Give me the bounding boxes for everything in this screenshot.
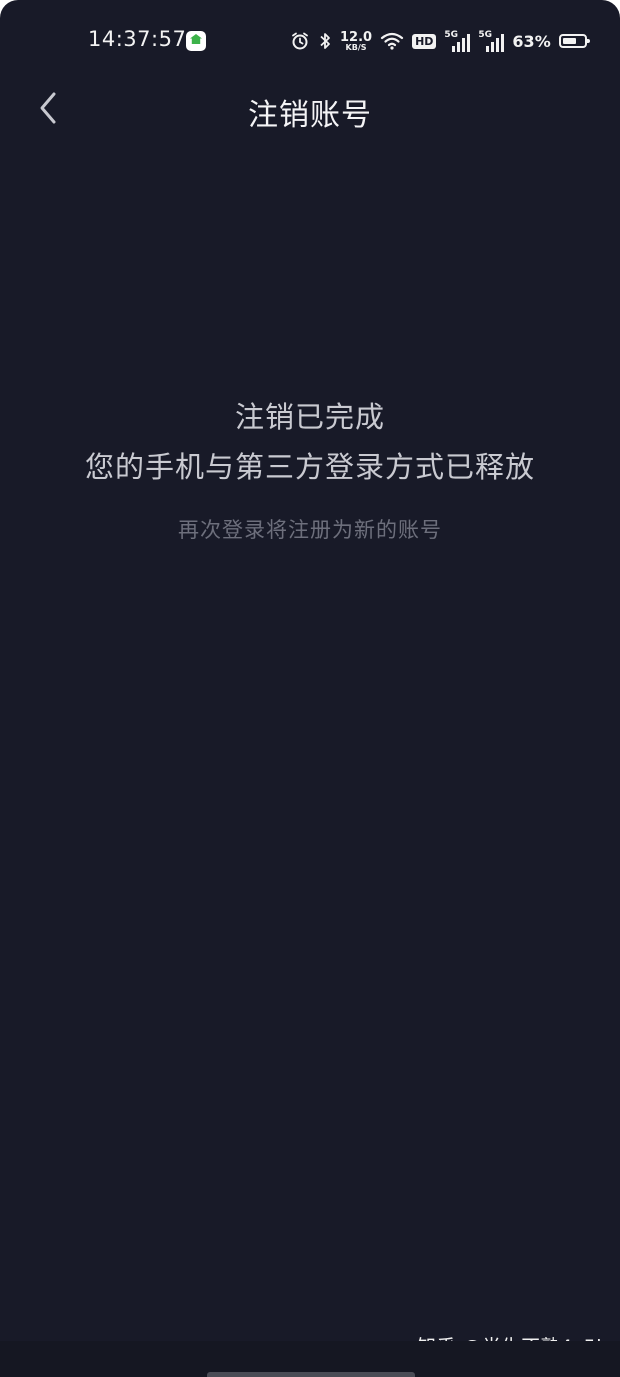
hd-badge: HD bbox=[412, 33, 437, 49]
network-speed-value: 12.0 bbox=[340, 29, 373, 45]
home-indicator[interactable] bbox=[207, 1372, 415, 1377]
completion-title: 注销已完成 bbox=[234, 400, 385, 434]
signal-icon: 5G bbox=[444, 30, 471, 52]
network-speed-unit: KB/S bbox=[345, 42, 367, 52]
wifi-icon bbox=[380, 31, 404, 51]
signal-icon: 5G bbox=[478, 30, 505, 52]
status-bar: 14:37:57 12.0 KB/S HD 5G 5G 63% bbox=[0, 0, 620, 82]
app-notification-icon bbox=[186, 31, 206, 51]
battery-percent: 63% bbox=[512, 31, 551, 51]
status-icons: 12.0 KB/S HD 5G 5G 63% bbox=[290, 28, 590, 54]
bluetooth-icon bbox=[318, 31, 332, 51]
battery-level-fill bbox=[562, 38, 576, 44]
battery-icon bbox=[558, 34, 590, 48]
network-speed: 12.0 KB/S bbox=[340, 31, 372, 52]
navigation-bar: 注销账号 bbox=[0, 82, 620, 138]
alarm-icon bbox=[290, 31, 310, 51]
status-time: 14:37:57 bbox=[88, 27, 187, 51]
page-title: 注销账号 bbox=[248, 98, 372, 133]
completion-detail: 您的手机与第三方登录方式已释放 bbox=[84, 450, 535, 484]
app-screen: 14:37:57 12.0 KB/S HD 5G 5G 63% 注销账号 注销已… bbox=[0, 0, 620, 1377]
completion-message: 注销已完成 您的手机与第三方登录方式已释放 再次登录将注册为新的账号 bbox=[0, 392, 620, 544]
completion-hint: 再次登录将注册为新的账号 bbox=[178, 518, 442, 542]
